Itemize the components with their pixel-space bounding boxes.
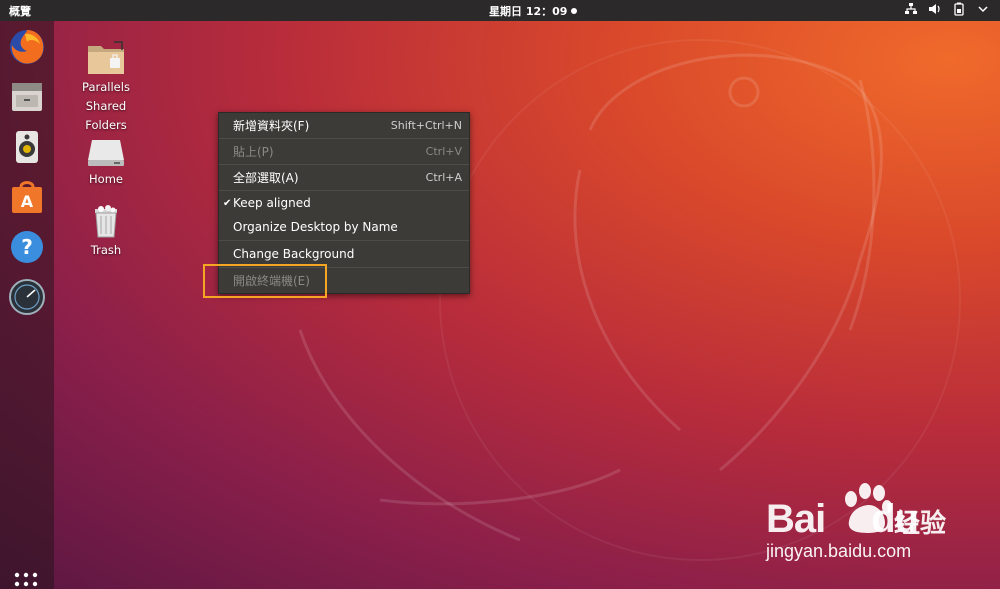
desktop-item-label: Parallels — [82, 80, 130, 94]
apps-grid-icon[interactable] — [13, 571, 39, 589]
menu-item-label: 新增資料夾(F) — [233, 118, 310, 133]
menu-item-label: Change Background — [233, 247, 355, 261]
parallels-tools-icon[interactable] — [7, 277, 47, 317]
menu-item-paste[interactable]: 貼上(P) Ctrl+V — [219, 139, 469, 163]
baidu-jingyan-watermark: Bai du 经验 jingyan.baidu.com — [766, 483, 966, 568]
network-icon[interactable] — [904, 2, 918, 16]
volume-icon[interactable] — [928, 2, 942, 16]
desktop-item-label: Home — [89, 172, 123, 186]
help-icon[interactable]: ? — [7, 227, 47, 267]
dock: A ? — [0, 21, 54, 589]
menu-item-label: 貼上(P) — [233, 144, 274, 159]
menu-item-change-background[interactable]: Change Background — [219, 242, 469, 266]
activities-button[interactable]: 概覽 — [9, 3, 31, 19]
menu-item-organize-desktop[interactable]: Organize Desktop by Name — [219, 215, 469, 239]
files-icon[interactable] — [7, 77, 47, 117]
notification-dot-icon — [571, 8, 578, 14]
watermark-url: jingyan.baidu.com — [766, 541, 912, 561]
desktop-item-label: Folders — [85, 118, 127, 132]
desktop-item-label: Shared — [85, 99, 127, 113]
checkmark-icon: ✔ — [223, 197, 232, 209]
menu-item-accel: Shift+Ctrl+N — [390, 118, 462, 132]
menu-separator — [219, 240, 469, 241]
desktop-item-parallels-shared-folders[interactable]: Parallels Shared Folders — [71, 40, 141, 135]
menu-item-select-all[interactable]: 全部選取(A) Ctrl+A — [219, 165, 469, 189]
menu-item-label: Organize Desktop by Name — [233, 220, 398, 234]
home-drive-icon — [88, 140, 124, 166]
software-center-icon[interactable]: A — [7, 177, 47, 217]
desktop-item-trash[interactable]: Trash — [71, 203, 141, 260]
rhythmbox-icon[interactable] — [7, 127, 47, 167]
desktop-item-home[interactable]: Home — [71, 136, 141, 189]
menu-item-label: 全部選取(A) — [233, 170, 299, 185]
menu-item-new-folder[interactable]: 新增資料夾(F) Shift+Ctrl+N — [219, 113, 469, 137]
trash-icon — [95, 205, 117, 238]
firefox-icon[interactable] — [7, 27, 47, 67]
clock-text: 星期日 12：09 — [489, 5, 568, 18]
paw-logo-icon — [845, 483, 892, 533]
menu-item-accel: Ctrl+V — [425, 144, 462, 158]
clock-button[interactable]: 星期日 12：09 — [489, 3, 578, 19]
menu-item-keep-aligned[interactable]: ✔ Keep aligned — [219, 191, 469, 215]
desktop-item-label: Trash — [90, 243, 122, 257]
watermark-chinese: 经验 — [894, 509, 947, 539]
system-tray[interactable] — [904, 2, 990, 16]
battery-icon[interactable] — [952, 2, 966, 16]
annotation-highlight-box — [203, 264, 327, 298]
power-menu-icon[interactable] — [976, 2, 990, 16]
svg-text:?: ? — [21, 235, 33, 259]
top-bar: 概覽 星期日 12：09 — [0, 0, 1000, 21]
shared-folder-icon — [88, 41, 124, 74]
svg-text:A: A — [21, 192, 34, 211]
menu-item-label: Keep aligned — [233, 196, 311, 210]
menu-item-accel: Ctrl+A — [425, 170, 462, 184]
